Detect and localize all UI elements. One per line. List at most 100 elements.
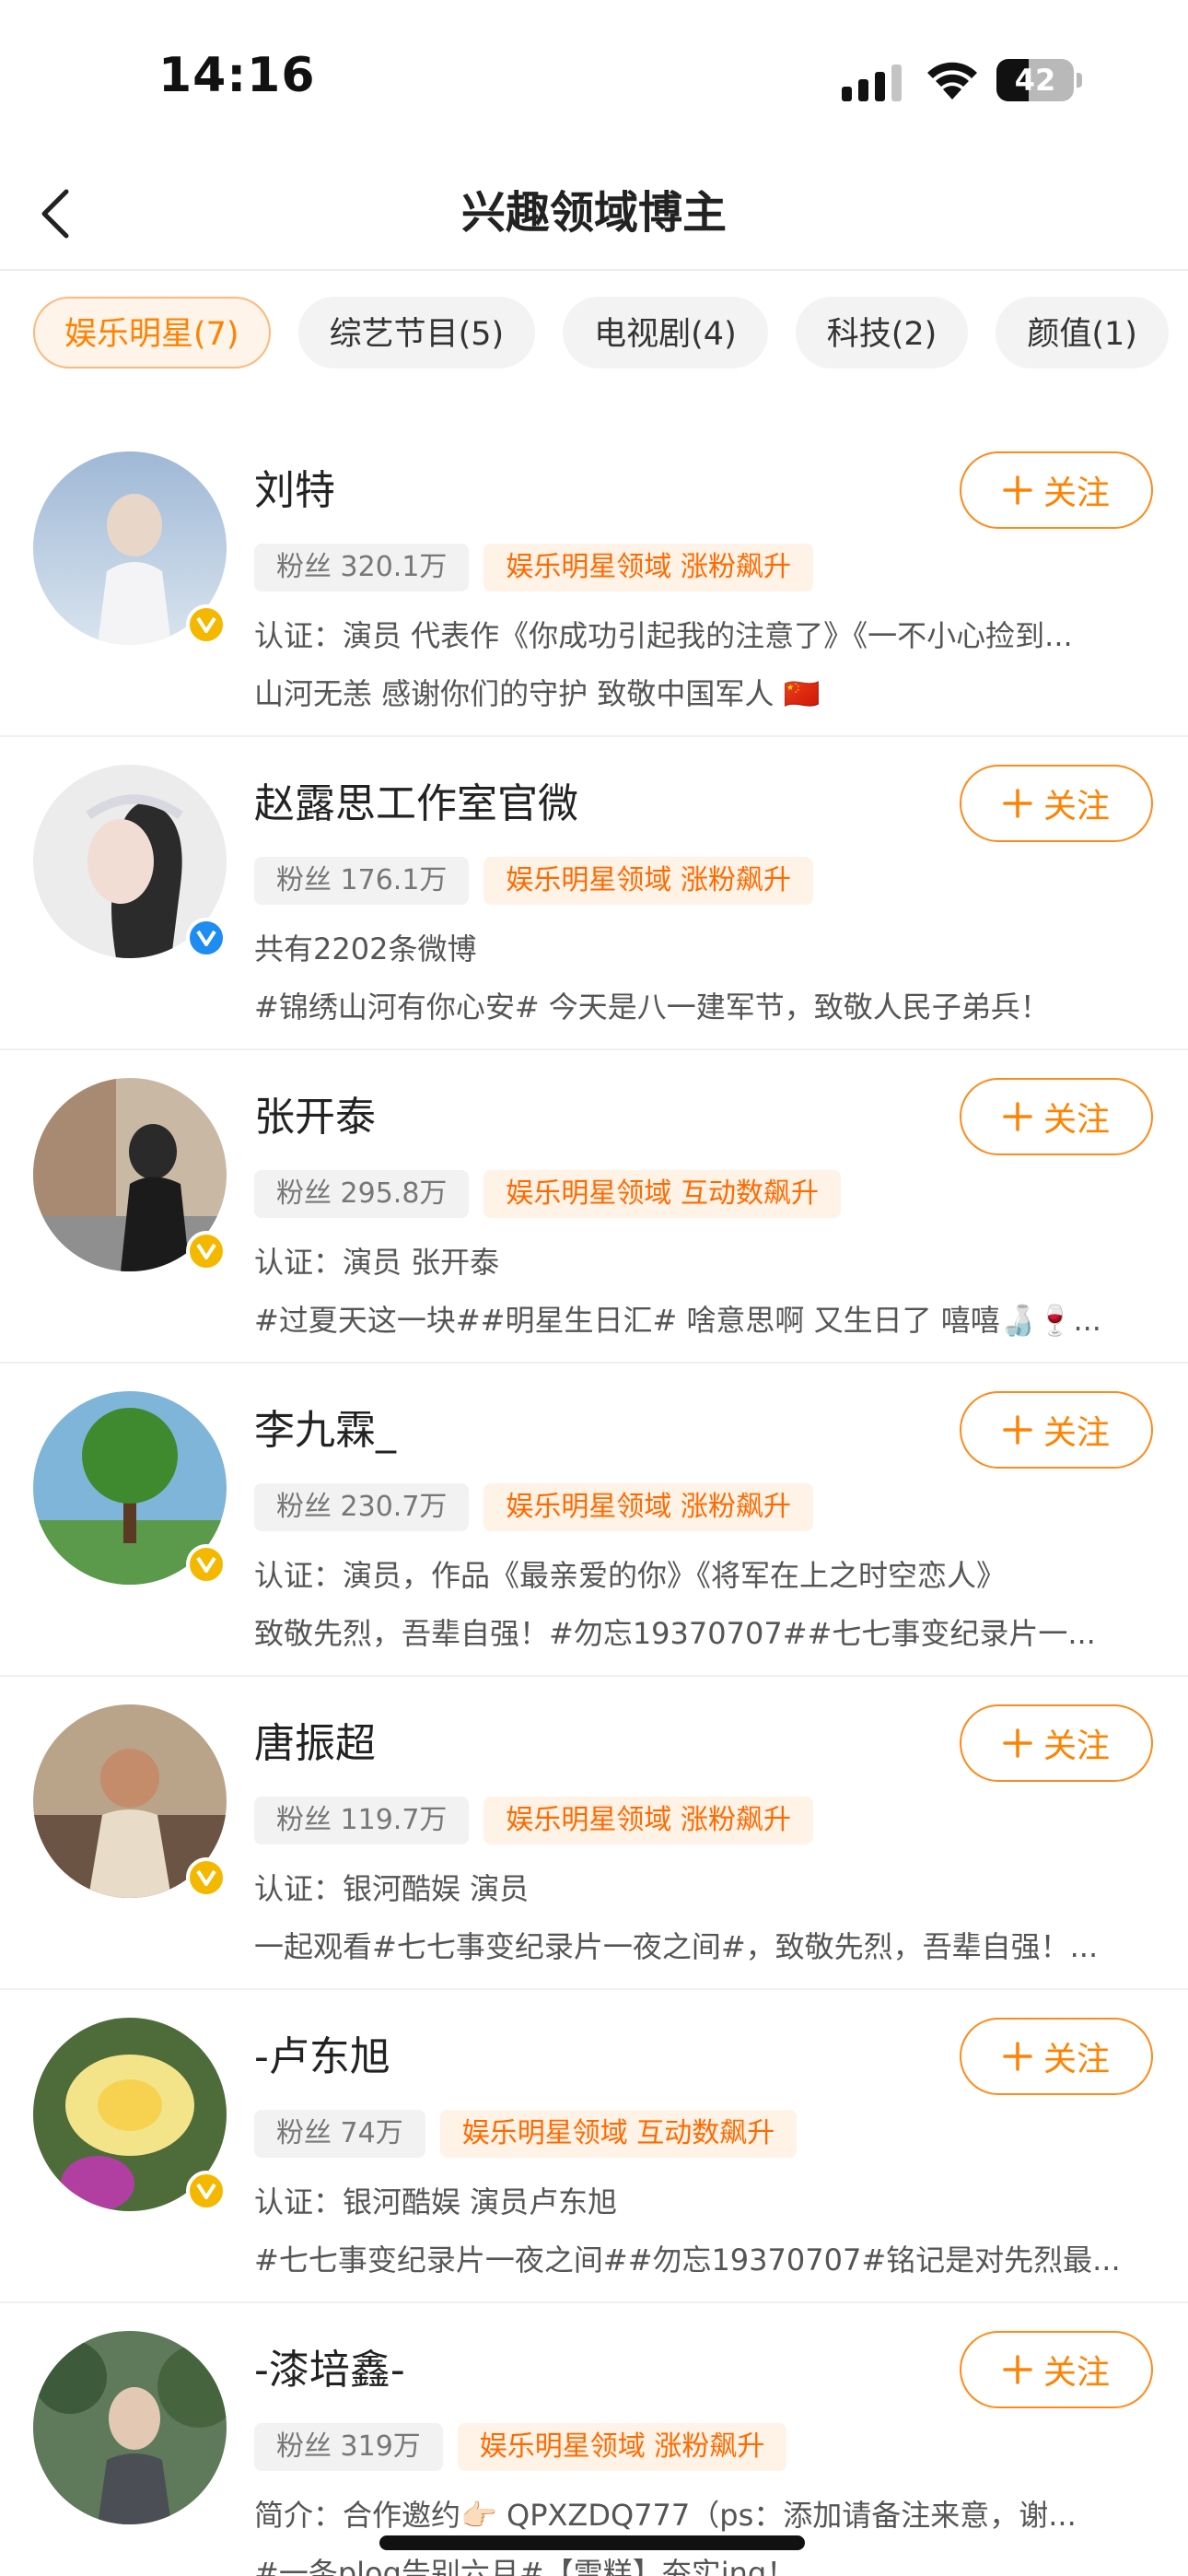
category-tabs: 娱乐明星(7) 综艺节目(5) 电视剧(4) 科技(2) 颜值(1)	[33, 297, 1188, 369]
latest-post: 致敬先烈，吾辈自强！#勿忘19370707##七七事变纪录片一...	[254, 1616, 1096, 1651]
battery-icon: 42	[996, 59, 1082, 101]
follow-button[interactable]: 关注	[960, 451, 1153, 529]
blogger-verification: 共有2202条微博	[254, 931, 477, 966]
fans-count: 粉丝 230.7万	[254, 1483, 470, 1531]
follow-button[interactable]: 关注	[960, 1704, 1153, 1782]
plus-icon	[1003, 475, 1032, 505]
plus-icon	[1003, 1728, 1032, 1758]
trend-tag: 娱乐明星领域 涨粉飙升	[457, 2423, 787, 2471]
fans-count: 粉丝 319万	[254, 2423, 443, 2471]
list-item[interactable]: 李九霖_ 粉丝 230.7万 娱乐明星领域 涨粉飙升 认证：演员，作品《最亲爱的…	[0, 1364, 1188, 1677]
fans-count: 粉丝 176.1万	[254, 857, 470, 905]
trend-tag: 娱乐明星领域 互动数飙升	[439, 2110, 798, 2158]
verified-badge-icon	[186, 2171, 227, 2211]
avatar[interactable]	[33, 1078, 227, 1271]
follow-button[interactable]: 关注	[960, 2331, 1153, 2408]
status-time: 14:16	[158, 48, 316, 103]
plus-icon	[1003, 789, 1032, 818]
blogger-list: 刘特 粉丝 320.1万 娱乐明星领域 涨粉飙升 认证：演员 代表作《你成功引起…	[0, 424, 1188, 2576]
blogger-name[interactable]: 刘特	[254, 463, 335, 520]
latest-post: #七七事变纪录片一夜之间##勿忘19370707#铭记是对先烈最...	[254, 2242, 1121, 2277]
page: 14:16 42 兴趣领域博主 娱乐明星(7) 综艺节目(5) 电视剧(4) 科…	[0, 0, 1188, 2576]
follow-label: 关注	[1042, 1727, 1110, 1765]
avatar[interactable]	[33, 2331, 227, 2524]
follow-button[interactable]: 关注	[960, 765, 1153, 842]
fans-count: 粉丝 295.8万	[254, 1170, 470, 1218]
blogger-verification: 认证：演员，作品《最亲爱的你》《将军在上之时空恋人》	[254, 1558, 1007, 1593]
avatar[interactable]	[33, 1391, 227, 1585]
blogger-meta: 粉丝 74万 娱乐明星领域 互动数飙升	[254, 2110, 798, 2158]
blogger-name[interactable]: -卢东旭	[254, 2029, 390, 2086]
latest-post: #锦绣山河有你心安# 今天是八一建军节，致敬人民子弟兵！	[254, 989, 1050, 1025]
verified-badge-icon	[186, 1544, 227, 1585]
verified-badge-icon	[186, 1857, 227, 1898]
avatar[interactable]	[33, 451, 227, 645]
avatar[interactable]	[33, 2018, 227, 2211]
follow-button[interactable]: 关注	[960, 2018, 1153, 2095]
blogger-meta: 粉丝 176.1万 娱乐明星领域 涨粉飙升	[254, 857, 813, 905]
battery-body: 42	[996, 59, 1074, 101]
plus-icon	[1003, 2355, 1032, 2384]
blogger-meta: 粉丝 119.7万 娱乐明星领域 涨粉飙升	[254, 1797, 813, 1844]
battery-cap	[1077, 73, 1082, 88]
blogger-verification: 认证：演员 张开泰	[254, 1245, 500, 1280]
follow-label: 关注	[1042, 2041, 1110, 2078]
blogger-meta: 粉丝 319万 娱乐明星领域 涨粉飙升	[254, 2423, 787, 2471]
avatar[interactable]	[33, 765, 227, 958]
page-title: 兴趣领域博主	[460, 187, 727, 239]
blogger-name[interactable]: 张开泰	[254, 1089, 376, 1146]
tab-technology[interactable]: 科技(2)	[795, 297, 969, 369]
follow-button[interactable]: 关注	[960, 1078, 1153, 1155]
home-indicator[interactable]	[379, 2535, 805, 2550]
blogger-verification: 认证：银河酷娱 演员	[254, 1871, 530, 1906]
tab-entertainment-stars[interactable]: 娱乐明星(7)	[33, 297, 271, 369]
list-item[interactable]: 唐振超 粉丝 119.7万 娱乐明星领域 涨粉飙升 认证：银河酷娱 演员 一起观…	[0, 1677, 1188, 1990]
follow-label: 关注	[1042, 788, 1110, 825]
blogger-meta: 粉丝 320.1万 娱乐明星领域 涨粉飙升	[254, 544, 813, 591]
latest-post: #过夏天这一块##明星生日汇# 啥意思啊 又生日了 嘻嘻🍶🍷...	[254, 1303, 1101, 1338]
avatar-image	[33, 2331, 227, 2524]
tab-variety-shows[interactable]: 综艺节目(5)	[297, 297, 536, 369]
list-item[interactable]: 赵露思工作室官微 粉丝 176.1万 娱乐明星领域 涨粉飙升 共有2202条微博…	[0, 737, 1188, 1050]
follow-label: 关注	[1042, 1414, 1110, 1452]
tab-looks[interactable]: 颜值(1)	[996, 297, 1169, 369]
verified-badge-icon	[186, 918, 227, 958]
trend-tag: 娱乐明星领域 涨粉飙升	[483, 1797, 813, 1844]
avatar[interactable]	[33, 1704, 227, 1898]
latest-post: 山河无恙 感谢你们的守护 致敬中国军人 🇨🇳	[254, 676, 821, 711]
fans-count: 粉丝 74万	[254, 2110, 425, 2158]
trend-tag: 娱乐明星领域 涨粉飙升	[483, 544, 813, 591]
latest-post: #一条plog告别六月#【雪糕】夯实ing！	[254, 2556, 797, 2576]
fans-count: 粉丝 320.1万	[254, 544, 470, 591]
cellular-signal-icon	[842, 64, 902, 101]
blogger-name[interactable]: 赵露思工作室官微	[254, 776, 578, 833]
blogger-verification: 简介：合作邀约👉🏻 QPXZDQ777（ps：添加请备注来意，谢...	[254, 2498, 1077, 2533]
follow-label: 关注	[1042, 2354, 1110, 2392]
list-item[interactable]: 刘特 粉丝 320.1万 娱乐明星领域 涨粉飙升 认证：演员 代表作《你成功引起…	[0, 424, 1188, 737]
verified-badge-icon	[186, 1231, 227, 1271]
trend-tag: 娱乐明星领域 互动数飙升	[483, 1170, 841, 1218]
list-item[interactable]: 张开泰 粉丝 295.8万 娱乐明星领域 互动数飙升 认证：演员 张开泰 #过夏…	[0, 1050, 1188, 1364]
wifi-icon	[927, 62, 977, 100]
blogger-verification: 认证：银河酷娱 演员卢东旭	[254, 2184, 618, 2219]
blogger-meta: 粉丝 230.7万 娱乐明星领域 涨粉飙升	[254, 1483, 813, 1531]
follow-label: 关注	[1042, 1101, 1110, 1139]
blogger-name[interactable]: 唐振超	[254, 1715, 376, 1773]
list-item[interactable]: -卢东旭 粉丝 74万 娱乐明星领域 互动数飙升 认证：银河酷娱 演员卢东旭 #…	[0, 1990, 1188, 2303]
blogger-name[interactable]: -漆培鑫-	[254, 2342, 405, 2399]
follow-label: 关注	[1042, 474, 1110, 512]
blogger-name[interactable]: 李九霖_	[254, 1402, 396, 1459]
blogger-verification: 认证：演员 代表作《你成功引起我的注意了》《一不小心捡到...	[254, 618, 1073, 653]
follow-button[interactable]: 关注	[960, 1391, 1153, 1469]
tab-tv-series[interactable]: 电视剧(4)	[563, 297, 768, 369]
plus-icon	[1003, 1102, 1032, 1131]
trend-tag: 娱乐明星领域 涨粉飙升	[483, 1483, 813, 1531]
latest-post: 一起观看#七七事变纪录片一夜之间#，致敬先烈，吾辈自强！...	[254, 1929, 1099, 1964]
trend-tag: 娱乐明星领域 涨粉飙升	[483, 857, 813, 905]
fans-count: 粉丝 119.7万	[254, 1797, 470, 1844]
verified-badge-icon	[186, 604, 227, 645]
nav-bar: 兴趣领域博主	[0, 157, 1188, 271]
plus-icon	[1003, 2042, 1032, 2071]
plus-icon	[1003, 1415, 1032, 1445]
battery-percent: 42	[1014, 63, 1056, 98]
